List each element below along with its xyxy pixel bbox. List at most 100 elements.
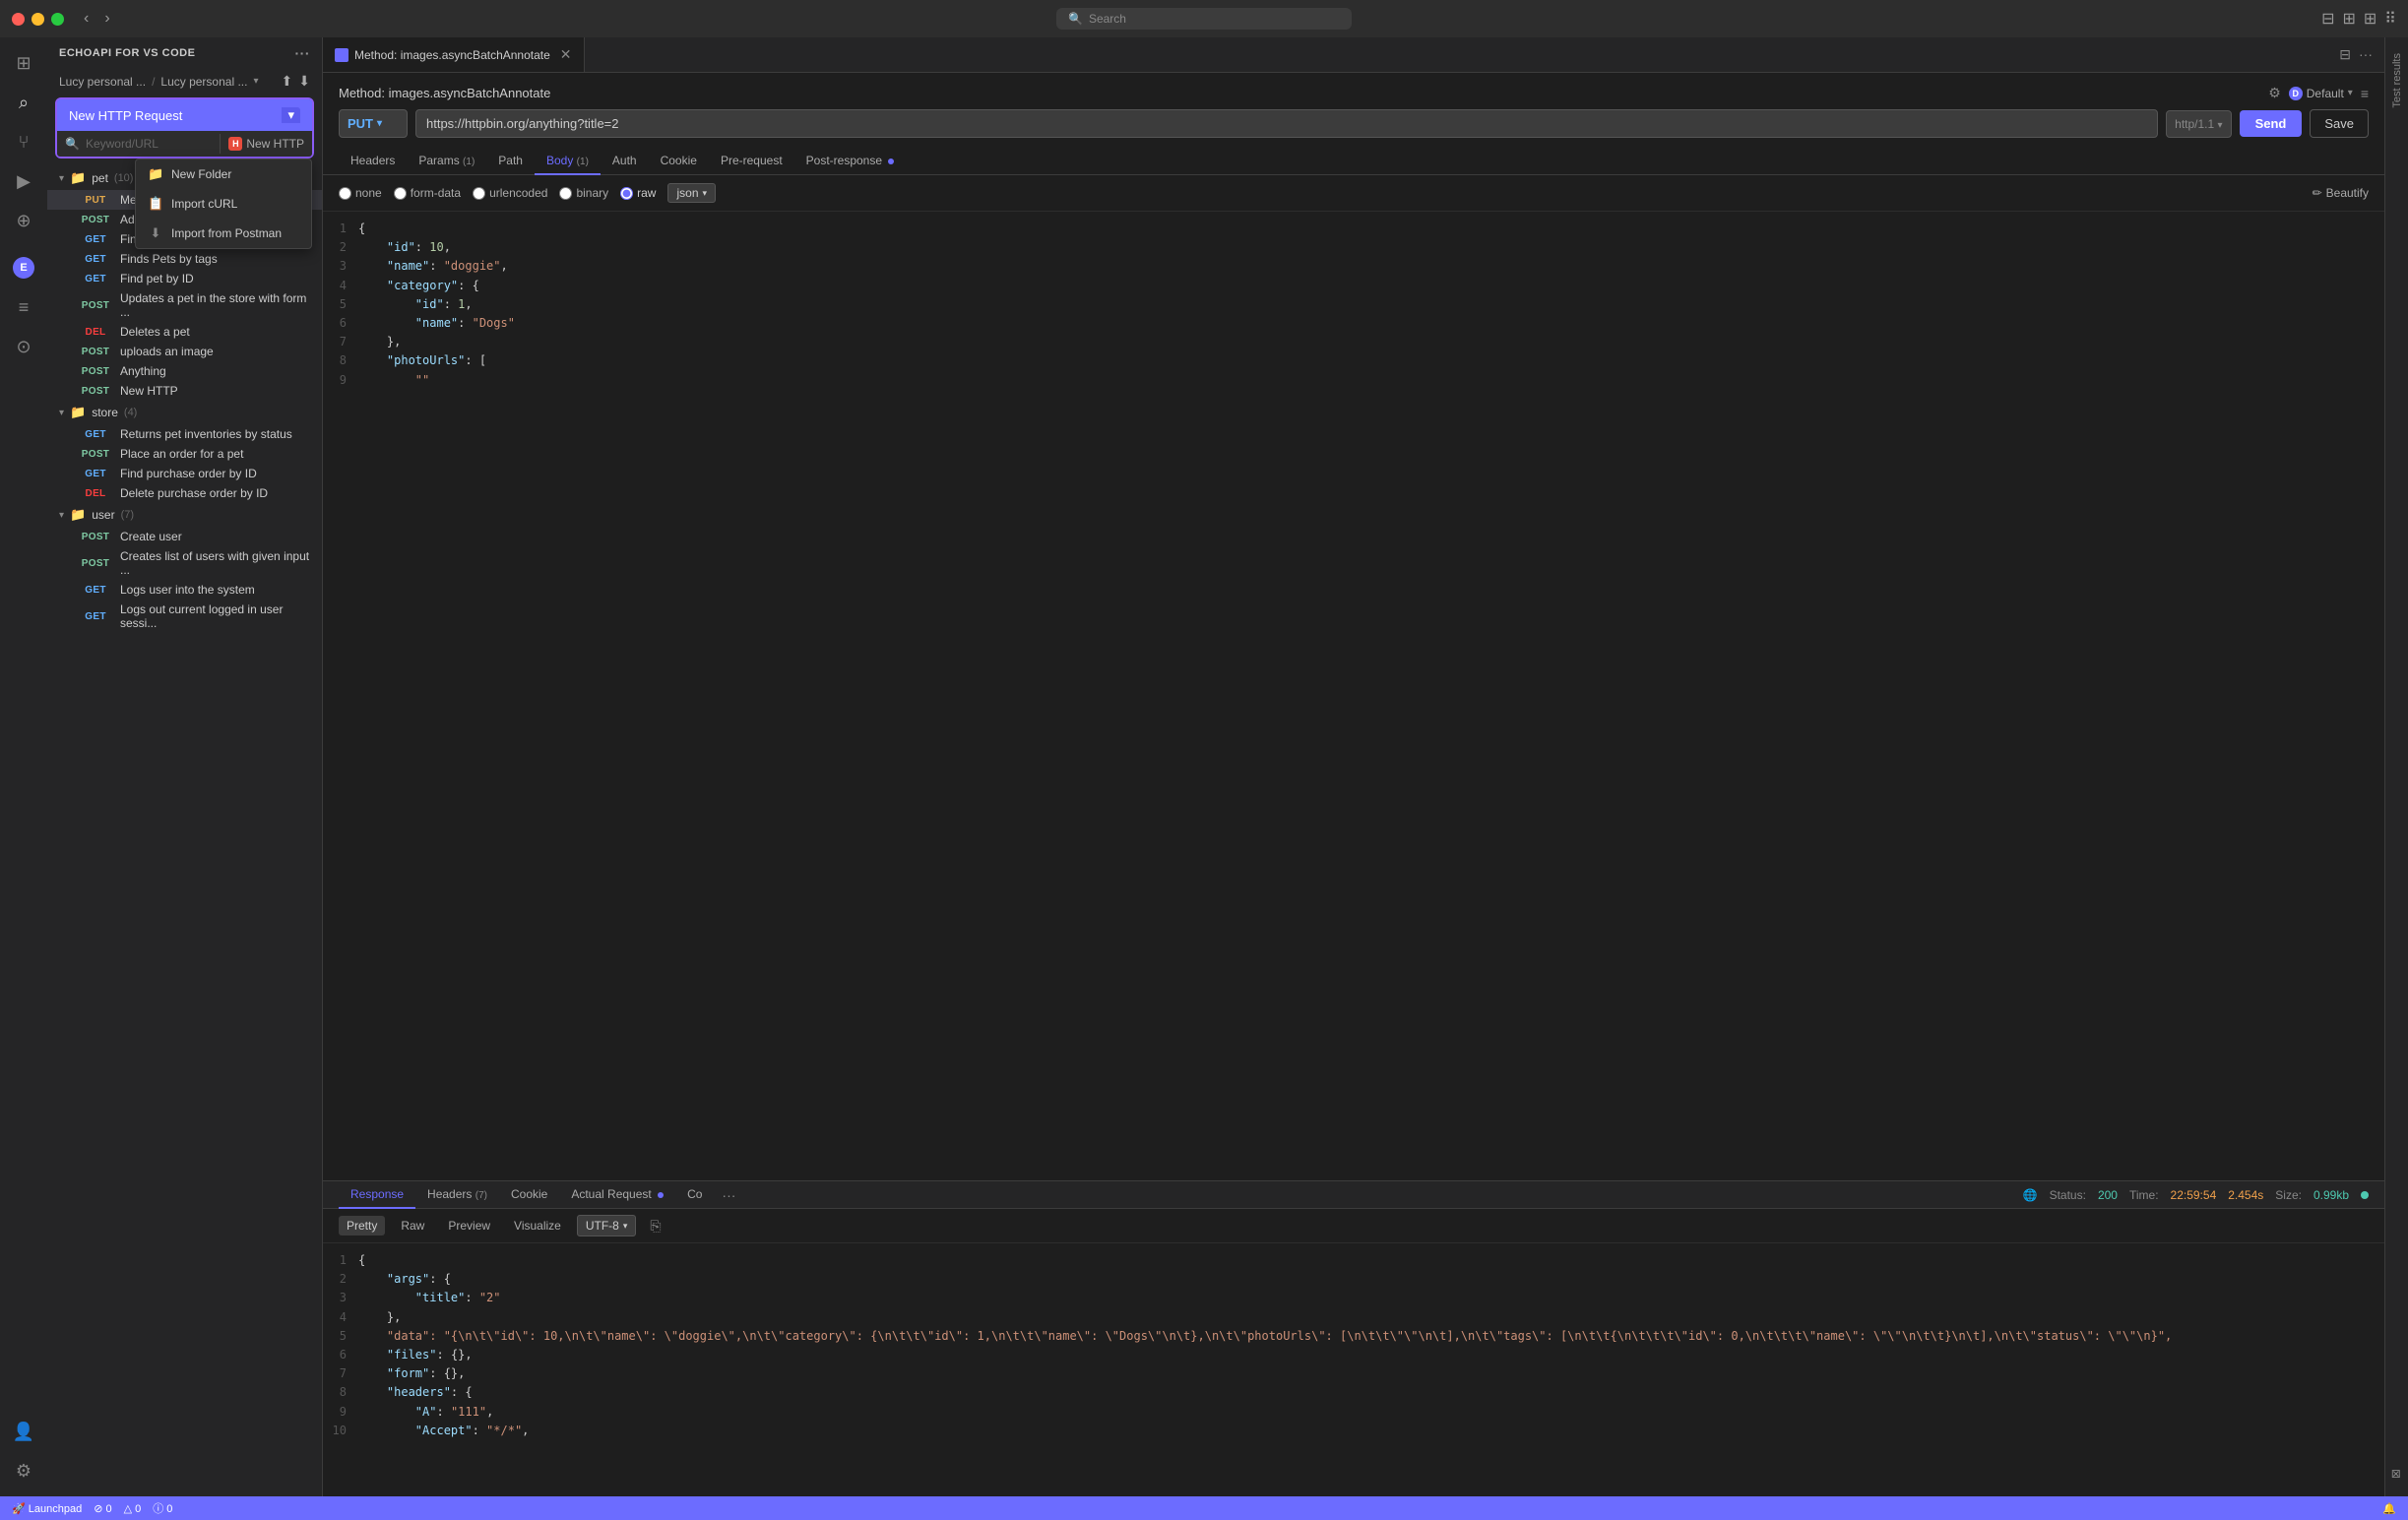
dropdown-item-new-folder[interactable]: 📁 New Folder [136,159,311,189]
expand-icon[interactable]: ⊠ [2390,1469,2404,1479]
tree-group-store[interactable]: ▾ 📁 store (4) [47,401,322,424]
format-raw-button[interactable]: Raw [393,1216,432,1235]
copy-icon[interactable]: ⎘ [644,1216,666,1236]
tree-item-get-find-by-id[interactable]: GET Find pet by ID [47,269,322,288]
send-button[interactable]: Send [2240,110,2303,137]
sidebar-item-extensions[interactable]: ⊕ [6,203,41,238]
tree-item-post-create-user[interactable]: POST Create user [47,527,322,546]
sidebar-more-icon[interactable]: ··· [295,45,311,61]
sidebar-item-settings[interactable]: ⚙ [6,1453,41,1488]
tab-nav-auth[interactable]: Auth [601,148,649,175]
default-chevron-icon[interactable]: ▾ [2348,88,2353,98]
tab-nav-cookie[interactable]: Cookie [649,148,709,175]
test-results-label[interactable]: Test results [2387,45,2407,116]
radio-urlencoded-input[interactable] [473,187,485,200]
split-editor-icon[interactable]: ⊟ [2339,46,2351,63]
radio-urlencoded[interactable]: urlencoded [473,186,547,200]
sidebar-item-files[interactable]: ⊞ [6,45,41,81]
minimize-button[interactable] [32,13,44,26]
group-user-count: (7) [121,509,134,521]
tree-item-del-order[interactable]: DEL Delete purchase order by ID [47,483,322,503]
dropdown-item-import-postman[interactable]: ⬇ Import from Postman [136,219,311,248]
tab-nav-body[interactable]: Body (1) [535,148,601,175]
radio-binary[interactable]: binary [559,186,608,200]
radio-form-data[interactable]: form-data [394,186,461,200]
new-request-button[interactable]: New HTTP Request ▾ [57,99,312,131]
body-code-editor[interactable]: 1 { 2 "id": 10, 3 "name": "doggie", [323,212,2384,1180]
global-search-bar[interactable]: 🔍 Search [1056,8,1352,30]
panel-toggle-icon[interactable]: ⊞ [2342,9,2355,29]
back-button[interactable]: ‹ [80,8,93,30]
tab-nav-headers[interactable]: Headers [339,148,407,175]
response-tab-response[interactable]: Response [339,1181,415,1209]
tree-item-get-inventories[interactable]: GET Returns pet inventories by status [47,424,322,444]
tree-item-post-order[interactable]: POST Place an order for a pet [47,444,322,464]
sidebar-item-search[interactable]: ⌕ [6,85,41,120]
response-tab-co[interactable]: Co [675,1181,714,1209]
tree-item-get-logs-out[interactable]: GET Logs out current logged in user sess… [47,600,322,633]
sidebar-item-source-control[interactable]: ⑂ [6,124,41,159]
sidebar-item-history[interactable]: ⊙ [6,329,41,364]
method-select[interactable]: PUT ▾ [339,109,408,138]
tab-nav-pre-request[interactable]: Pre-request [709,148,794,175]
tree-item-get-logs-in[interactable]: GET Logs user into the system [47,580,322,600]
protocol-select[interactable]: http/1.1 ▾ [2166,110,2231,138]
sidebar-item-echoapi[interactable]: E [6,250,41,285]
radio-form-data-input[interactable] [394,187,407,200]
tab-close-icon[interactable]: ✕ [560,46,572,63]
search-placeholder[interactable]: Keyword/URL [86,137,158,151]
sidebar-item-collections[interactable]: ≡ [6,289,41,325]
response-tab-actual-request[interactable]: Actual Request [559,1181,675,1209]
forward-button[interactable]: › [100,8,113,30]
launchpad-label[interactable]: 🚀 Launchpad [12,1502,82,1515]
tab-nav-post-response[interactable]: Post-response [794,148,907,175]
response-more-icon[interactable]: ··· [714,1187,743,1203]
encoding-select[interactable]: UTF-8 ▾ [577,1215,637,1236]
radio-none-input[interactable] [339,187,351,200]
workspace-name-2[interactable]: Lucy personal ... [160,75,247,89]
radio-raw[interactable]: raw [620,186,656,200]
tree-item-get-order-by-id[interactable]: GET Find purchase order by ID [47,464,322,483]
active-tab[interactable]: Method: images.asyncBatchAnnotate ✕ [323,37,585,72]
sidebar-item-account[interactable]: 👤 [6,1414,41,1449]
save-button[interactable]: Save [2310,109,2369,138]
sidebar-item-run[interactable]: ▶ [6,163,41,199]
beautify-button[interactable]: ✏ Beautify [2313,186,2369,200]
workspace-chevron-icon[interactable]: ▾ [253,76,258,87]
response-tab-cookie[interactable]: Cookie [499,1181,559,1209]
tree-item-post-uploads[interactable]: POST uploads an image [47,342,322,361]
more-icon[interactable]: ⠿ [2384,9,2396,29]
radio-raw-input[interactable] [620,187,633,200]
layout-icon[interactable]: ⊞ [2364,9,2376,29]
close-button[interactable] [12,13,25,26]
format-visualize-button[interactable]: Visualize [506,1216,569,1235]
bell-icon[interactable]: 🔔 [2382,1502,2396,1515]
tab-more-icon[interactable]: ··· [2359,46,2373,63]
new-request-arrow-icon[interactable]: ▾ [282,107,300,123]
tree-item-get-finds-tags[interactable]: GET Finds Pets by tags [47,249,322,269]
dropdown-item-import-curl[interactable]: 📋 Import cURL [136,189,311,219]
url-input[interactable] [415,109,2158,138]
response-tab-headers[interactable]: Headers (7) [415,1181,499,1209]
radio-none[interactable]: none [339,186,382,200]
format-preview-button[interactable]: Preview [440,1216,498,1235]
json-type-select[interactable]: json ▾ [667,183,716,203]
download-icon[interactable]: ⬇ [298,73,310,90]
sidebar-toggle-icon[interactable]: ⊟ [2321,9,2334,29]
menu-icon[interactable]: ≡ [2361,86,2369,101]
maximize-button[interactable] [51,13,64,26]
tree-item-post-new-http[interactable]: POST New HTTP [47,381,322,401]
tab-nav-path[interactable]: Path [486,148,535,175]
tree-item-del-deletes[interactable]: DEL Deletes a pet [47,322,322,342]
upload-icon[interactable]: ⬆ [282,73,293,90]
tree-item-post-creates-list[interactable]: POST Creates list of users with given in… [47,546,322,580]
tree-item-post-updates-form[interactable]: POST Updates a pet in the store with for… [47,288,322,322]
format-pretty-button[interactable]: Pretty [339,1216,385,1235]
tree-item-post-anything[interactable]: POST Anything [47,361,322,381]
settings-icon[interactable]: ⚙ [2268,85,2281,101]
radio-binary-input[interactable] [559,187,572,200]
new-http-button[interactable]: H New HTTP [221,131,312,157]
tab-nav-params[interactable]: Params (1) [407,148,486,175]
workspace-name[interactable]: Lucy personal ... [59,75,146,89]
tree-group-user[interactable]: ▾ 📁 user (7) [47,503,322,527]
